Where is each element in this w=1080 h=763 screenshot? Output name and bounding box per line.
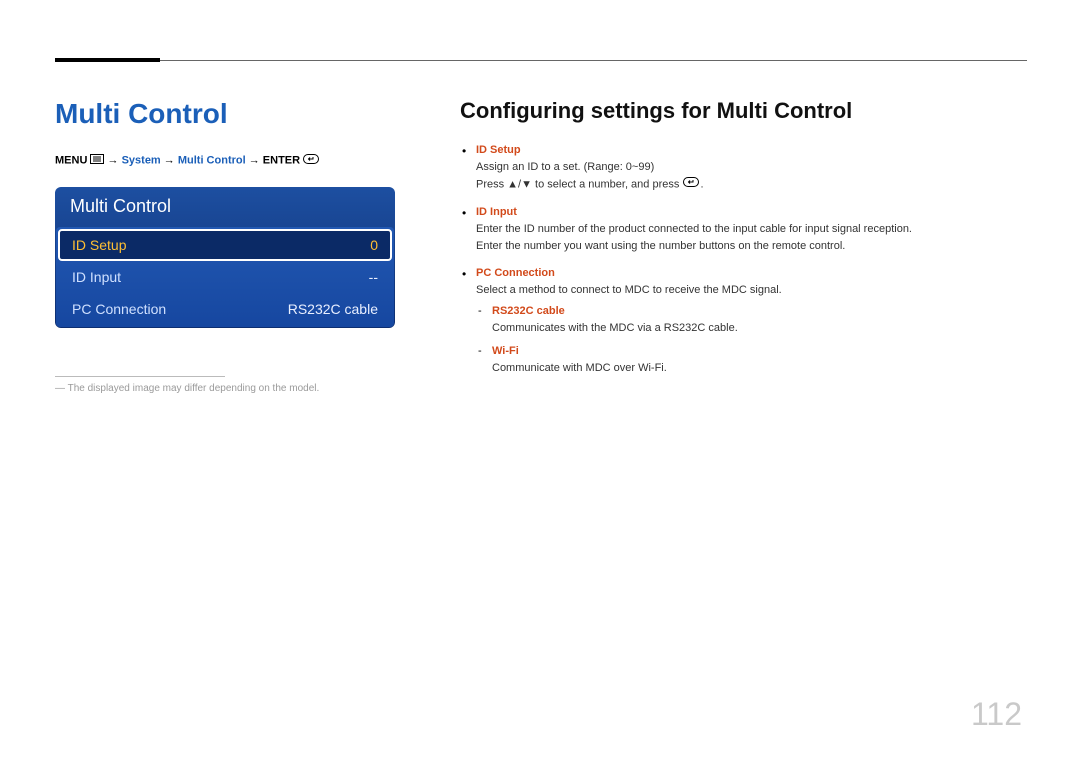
- settings-term: ID Input: [476, 204, 1027, 221]
- osd-body: ID Setup 0 ID Input -- PC Connection RS232C c…: [56, 227, 394, 327]
- settings-subterm: Wi-Fi: [492, 343, 1027, 360]
- settings-desc: Enter the number you want using the numb…: [476, 238, 1027, 255]
- right-title: Configuring settings for Multi Control: [460, 98, 1027, 124]
- osd-row-value: RS232C cable: [288, 301, 378, 317]
- top-rule: [55, 60, 1027, 61]
- breadcrumb-menu: MENU: [55, 154, 87, 166]
- osd-header: Multi Control: [56, 188, 394, 227]
- settings-subitem: Wi-FiCommunicate with MDC over Wi-Fi.: [476, 343, 1027, 377]
- footnote: ― The displayed image may differ dependi…: [55, 383, 405, 394]
- breadcrumb-arrow-2: →: [164, 154, 178, 166]
- enter-icon: [683, 176, 699, 193]
- settings-subdesc: Communicate with MDC over Wi-Fi.: [492, 360, 1027, 377]
- settings-sublist: RS232C cableCommunicates with the MDC vi…: [476, 303, 1027, 377]
- osd-row[interactable]: ID Input --: [58, 261, 392, 293]
- section-title: Multi Control: [55, 98, 405, 130]
- settings-subterm: RS232C cable: [492, 303, 1027, 320]
- settings-list: ID SetupAssign an ID to a set. (Range: 0…: [460, 142, 1027, 377]
- breadcrumb: MENU → System → Multi Control → ENTER: [55, 154, 405, 167]
- settings-term: PC Connection: [476, 265, 1027, 282]
- page-number: 112: [971, 696, 1022, 733]
- settings-desc: Select a method to connect to MDC to rec…: [476, 282, 1027, 299]
- settings-item: ID InputEnter the ID number of the produ…: [460, 204, 1027, 255]
- breadcrumb-enter: ENTER: [263, 154, 300, 166]
- enter-icon: [303, 154, 319, 167]
- breadcrumb-multi: Multi Control: [178, 154, 246, 166]
- osd-row[interactable]: ID Setup 0: [58, 229, 392, 261]
- settings-desc: Enter the ID number of the product conne…: [476, 221, 1027, 238]
- settings-item: PC ConnectionSelect a method to connect …: [460, 265, 1027, 377]
- settings-subitem: RS232C cableCommunicates with the MDC vi…: [476, 303, 1027, 337]
- menu-icon: [90, 154, 104, 167]
- settings-subdesc: Communicates with the MDC via a RS232C c…: [492, 320, 1027, 337]
- breadcrumb-system: System: [122, 154, 161, 166]
- osd-row-label: ID Setup: [72, 237, 126, 253]
- osd-row[interactable]: PC Connection RS232C cable: [58, 293, 392, 325]
- osd-row-label: ID Input: [72, 269, 121, 285]
- osd-row-value: 0: [370, 237, 378, 253]
- breadcrumb-arrow-1: →: [108, 154, 122, 166]
- settings-term: ID Setup: [476, 142, 1027, 159]
- osd-panel: Multi Control ID Setup 0 ID Input -- PC Conn…: [55, 187, 395, 328]
- breadcrumb-arrow-3: →: [249, 154, 263, 166]
- settings-desc: Press ▲/▼ to select a number, and press …: [476, 176, 1027, 193]
- settings-desc: Assign an ID to a set. (Range: 0~99): [476, 159, 1027, 176]
- footnote-text: The displayed image may differ depending…: [68, 383, 320, 394]
- footnote-rule: [55, 376, 225, 377]
- top-accent-bar: [55, 58, 160, 62]
- osd-row-value: --: [369, 269, 378, 285]
- settings-item: ID SetupAssign an ID to a set. (Range: 0…: [460, 142, 1027, 194]
- osd-row-label: PC Connection: [72, 301, 166, 317]
